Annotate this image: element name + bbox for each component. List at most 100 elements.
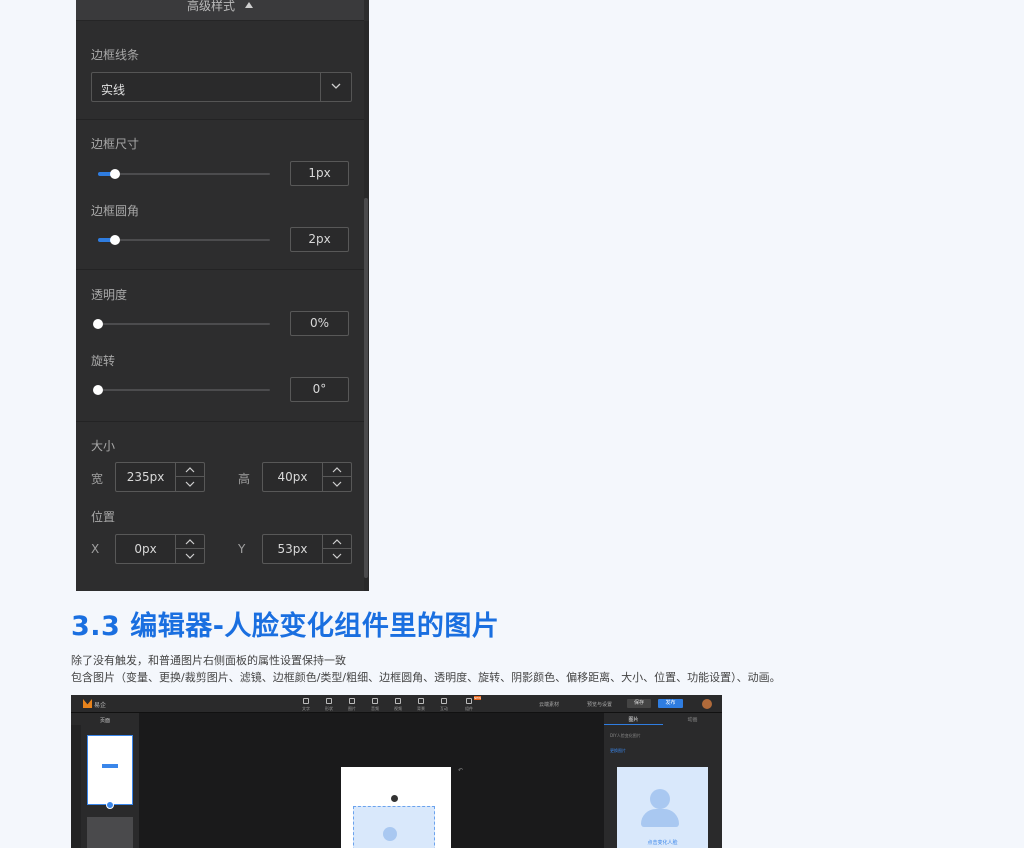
editor-screenshot: 易企 文字 形状 图片 音频 视频 背景 互动 组件 NEW 云端素材 预览与设… — [71, 695, 722, 848]
border-radius-label: 边框圆角 — [91, 204, 140, 218]
tool-label: 组件 — [465, 706, 473, 711]
tool-video[interactable]: 视频 — [390, 697, 406, 712]
caret-up-icon — [245, 2, 253, 8]
tab-image[interactable]: 图片 — [604, 716, 663, 725]
chevron-up-icon[interactable] — [323, 535, 351, 549]
width-stepper[interactable]: 235px — [115, 462, 205, 492]
page-thumbnail[interactable] — [87, 735, 133, 809]
x-stepper[interactable]: 0px — [115, 534, 205, 564]
slider-thumb[interactable] — [110, 169, 121, 179]
app-logo-icon — [83, 699, 92, 708]
chevron-up-icon[interactable] — [176, 535, 204, 549]
slider-thumb[interactable] — [93, 385, 103, 395]
tool-background[interactable]: 背景 — [413, 697, 429, 712]
y-stepper[interactable]: 53px — [262, 534, 352, 564]
advanced-style-title: 高级样式 — [186, 0, 235, 13]
border-size-label: 边框尺寸 — [91, 137, 140, 151]
tool-audio[interactable]: 音频 — [367, 697, 383, 712]
hand-icon — [441, 698, 447, 704]
advanced-style-header[interactable]: 高级样式 — [76, 0, 364, 21]
undo-icon[interactable]: ↶ — [458, 767, 463, 774]
image-icon — [349, 698, 355, 704]
save-button[interactable]: 保存 — [627, 699, 651, 708]
chevron-up-icon[interactable] — [176, 463, 204, 477]
border-size-input[interactable]: 1px — [290, 161, 349, 186]
tool-shape[interactable]: 形状 — [321, 697, 337, 712]
app-name: 易企 — [94, 702, 107, 709]
width-value[interactable]: 235px — [116, 463, 175, 491]
opacity-slider[interactable] — [93, 319, 270, 329]
chevron-up-icon[interactable] — [323, 463, 351, 477]
page-thumbnail[interactable] — [87, 817, 133, 848]
tab-animation[interactable]: 动画 — [663, 716, 722, 723]
face-head-icon — [650, 789, 670, 809]
height-label: 高 — [238, 472, 251, 486]
x-label: X — [91, 542, 100, 556]
opacity-label: 透明度 — [91, 288, 128, 302]
rotate-slider[interactable] — [93, 385, 270, 395]
border-size-slider[interactable] — [98, 169, 270, 179]
border-radius-input[interactable]: 2px — [290, 227, 349, 252]
shape-icon — [326, 698, 332, 704]
image-name[interactable]: DIY人脸变化图片 — [610, 733, 641, 739]
avatar[interactable] — [702, 699, 712, 709]
chevron-down-icon[interactable] — [320, 73, 351, 101]
tool-interact[interactable]: 互动 — [436, 697, 452, 712]
pages-sidebar: 页面 — [71, 713, 139, 848]
chevron-down-icon[interactable] — [176, 477, 204, 491]
chevron-down-icon[interactable] — [323, 549, 351, 563]
change-image-link[interactable]: 更换图片 — [610, 748, 626, 754]
tool-label: 视频 — [394, 706, 402, 711]
properties-sidebar: 图片 动画 DIY人脸变化图片 更换图片 点击变化人脸 — [604, 713, 722, 848]
face-placeholder-icon — [383, 827, 397, 841]
border-line-select[interactable]: 实线 — [91, 72, 352, 102]
tool-label: 背景 — [417, 706, 425, 711]
tool-label: 互动 — [440, 706, 448, 711]
section-heading: 3.3 编辑器-人脸变化组件里的图片 — [71, 611, 500, 642]
y-label: Y — [238, 542, 246, 556]
new-badge: NEW — [474, 696, 482, 700]
scrollbar-thumb[interactable] — [364, 198, 368, 578]
height-value[interactable]: 40px — [263, 463, 322, 491]
opacity-input[interactable]: 0% — [290, 311, 349, 336]
border-line-value: 实线 — [101, 83, 126, 97]
divider — [76, 119, 364, 120]
preview-settings-link[interactable]: 预览与设置 — [587, 701, 612, 708]
face-body-icon — [641, 809, 679, 827]
pages-title: 页面 — [99, 718, 110, 724]
position-label: 位置 — [91, 510, 116, 524]
editor-canvas[interactable] — [341, 767, 451, 848]
material-link[interactable]: 云端素材 — [539, 701, 559, 708]
selected-face-image[interactable] — [353, 806, 435, 848]
width-label: 宽 — [91, 472, 104, 486]
tool-text[interactable]: 文字 — [298, 697, 314, 712]
description-line-1: 除了没有触发，和普通图片右侧面板的属性设置保持一致 — [71, 654, 346, 667]
face-image-preview[interactable]: 点击变化人脸 — [617, 767, 708, 848]
tool-label: 形状 — [325, 706, 333, 711]
slider-thumb[interactable] — [93, 319, 103, 329]
slider-thumb[interactable] — [110, 235, 121, 245]
size-label: 大小 — [91, 439, 116, 453]
video-icon — [395, 698, 401, 704]
y-value[interactable]: 53px — [263, 535, 322, 563]
divider — [76, 269, 364, 270]
rotate-label: 旋转 — [91, 354, 116, 368]
sidebar-rail — [71, 725, 81, 848]
x-value[interactable]: 0px — [116, 535, 175, 563]
style-panel: 高级样式 边框线条 实线 边框尺寸 1px 边框圆角 2px 透明度 0% 旋转… — [76, 0, 369, 591]
border-radius-slider[interactable] — [98, 235, 270, 245]
divider — [76, 421, 364, 422]
publish-button[interactable]: 发布 — [658, 699, 683, 708]
height-stepper[interactable]: 40px — [262, 462, 352, 492]
add-page-icon[interactable] — [106, 801, 114, 809]
chevron-down-icon[interactable] — [176, 549, 204, 563]
rotate-handle-icon[interactable] — [391, 795, 398, 802]
background-icon — [418, 698, 424, 704]
tool-label: 音频 — [371, 706, 379, 711]
border-line-label: 边框线条 — [91, 48, 140, 62]
chevron-down-icon[interactable] — [323, 477, 351, 491]
editor-topbar: 易企 文字 形状 图片 音频 视频 背景 互动 组件 NEW 云端素材 预览与设… — [71, 695, 722, 713]
rotate-input[interactable]: 0° — [290, 377, 349, 402]
tool-label: 文字 — [302, 706, 310, 711]
tool-image[interactable]: 图片 — [344, 697, 360, 712]
